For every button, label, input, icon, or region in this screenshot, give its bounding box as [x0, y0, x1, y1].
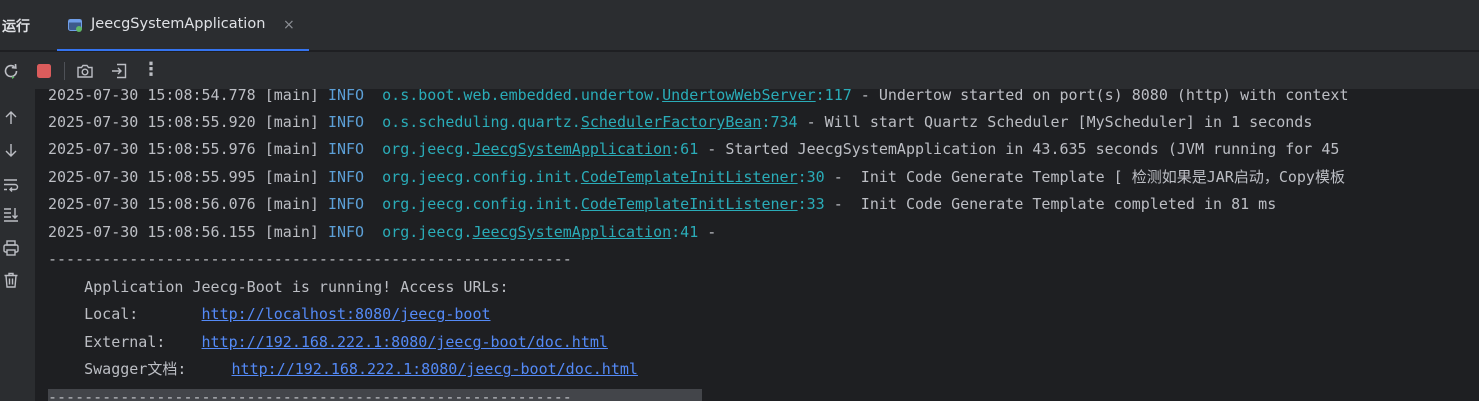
log-thread: [main]: [264, 168, 319, 186]
banner-line: Swagger文档: http://192.168.222.1:8080/jee…: [48, 358, 638, 380]
logger-package: org.jeecg.config.init.: [382, 195, 581, 213]
log-thread: [main]: [264, 89, 319, 104]
external-label: External:: [48, 333, 202, 351]
logger-line-number: :734: [761, 113, 798, 131]
console-gutter: [0, 89, 35, 401]
log-message: - Will start Quartz Scheduler [MySchedul…: [797, 113, 1313, 131]
log-level: INFO: [327, 113, 365, 131]
swagger-url-link[interactable]: http://192.168.222.1:8080/jeecg-boot/doc…: [232, 360, 638, 378]
logger-package: org.jeecg.config.init.: [382, 168, 581, 186]
console-output[interactable]: 2025-07-30 15:08:54.778 [main] INFO o.s.…: [35, 89, 1479, 401]
logger-package: o.s.scheduling.quartz.: [382, 113, 581, 131]
arrow-down-icon[interactable]: [2, 141, 20, 159]
log-timestamp: 2025-07-30 15:08:55.995: [48, 168, 256, 186]
local-label: Local:: [48, 305, 202, 323]
run-config-icon: [68, 19, 82, 32]
logger-line-number: :117: [815, 89, 852, 104]
logger-line-number: :41: [671, 223, 699, 241]
tool-window-tab-bar: 运行 JeecgSystemApplication ×: [0, 0, 1479, 51]
log-thread: [main]: [264, 140, 319, 158]
log-thread: [main]: [264, 195, 319, 213]
log-message: -: [698, 223, 717, 241]
banner-line: External: http://192.168.222.1:8080/jeec…: [48, 331, 608, 353]
log-thread: [main]: [264, 223, 319, 241]
banner-line: ----------------------------------------…: [48, 248, 572, 270]
logger-class-link[interactable]: JeecgSystemApplication: [472, 223, 671, 241]
log-timestamp: 2025-07-30 15:08:55.920: [48, 113, 256, 131]
log-timestamp: 2025-07-30 15:08:55.976: [48, 140, 256, 158]
log-message: - Init Code Generate Template [ 检测如果是JAR…: [824, 168, 1345, 186]
log-level: INFO: [327, 195, 365, 213]
log-message: - Init Code Generate Template completed …: [824, 195, 1277, 213]
log-line: 2025-07-30 15:08:56.076 [main] INFO org.…: [48, 193, 1276, 215]
toolbar-separator: [64, 62, 65, 80]
log-timestamp: 2025-07-30 15:08:56.155: [48, 223, 256, 241]
logger-line-number: :61: [671, 140, 699, 158]
logger-package: o.s.boot.web.embedded.undertow.: [382, 89, 663, 104]
tab-jeecg-system-application[interactable]: JeecgSystemApplication ×: [57, 0, 309, 51]
logger-class-link[interactable]: UndertowWebServer: [662, 89, 816, 104]
logger-class-link[interactable]: CodeTemplateInitListener: [581, 195, 798, 213]
arrow-up-icon[interactable]: [2, 109, 20, 127]
local-url-link[interactable]: http://localhost:8080/jeecg-boot: [202, 305, 491, 323]
banner-running-text: Application Jeecg-Boot is running! Acces…: [48, 278, 509, 296]
active-tab-indicator: [57, 49, 309, 51]
logger-package: org.jeecg.: [382, 140, 473, 158]
print-icon[interactable]: [2, 239, 20, 257]
log-level: INFO: [327, 223, 365, 241]
tool-window-title: 运行: [2, 19, 30, 35]
logger-line-number: :30: [797, 168, 825, 186]
banner-line: ----------------------------------------…: [48, 386, 572, 401]
log-line: 2025-07-30 15:08:55.995 [main] INFO org.…: [48, 166, 1345, 188]
camera-icon[interactable]: [76, 62, 94, 80]
log-level: INFO: [327, 89, 365, 104]
log-line: 2025-07-30 15:08:55.976 [main] INFO org.…: [48, 138, 1339, 160]
log-timestamp: 2025-07-30 15:08:56.076: [48, 195, 256, 213]
log-level: INFO: [327, 168, 365, 186]
close-icon[interactable]: ×: [283, 16, 295, 34]
soft-wrap-icon[interactable]: [2, 175, 20, 193]
logger-line-number: :33: [797, 195, 825, 213]
stop-icon[interactable]: [35, 62, 53, 80]
logger-class-link[interactable]: CodeTemplateInitListener: [581, 168, 798, 186]
banner-line: Application Jeecg-Boot is running! Acces…: [48, 276, 509, 298]
logger-class-link[interactable]: SchedulerFactoryBean: [581, 113, 762, 131]
log-timestamp: 2025-07-30 15:08:54.778: [48, 89, 256, 104]
trash-icon[interactable]: [2, 271, 20, 289]
banner-separator: ----------------------------------------…: [48, 250, 572, 268]
swagger-label: Swagger文档:: [48, 360, 232, 378]
log-message: - Started JeecgSystemApplication in 43.6…: [698, 140, 1340, 158]
banner-line: Local: http://localhost:8080/jeecg-boot: [48, 303, 491, 325]
rerun-icon[interactable]: [2, 62, 20, 80]
more-icon[interactable]: ⋮: [142, 59, 160, 80]
log-line: 2025-07-30 15:08:56.155 [main] INFO org.…: [48, 221, 716, 243]
log-line: 2025-07-30 15:08:55.920 [main] INFO o.s.…: [48, 111, 1312, 133]
banner-separator-bottom: ----------------------------------------…: [48, 388, 572, 401]
log-line: 2025-07-30 15:08:54.778 [main] INFO o.s.…: [48, 89, 1348, 106]
external-url-link[interactable]: http://192.168.222.1:8080/jeecg-boot/doc…: [202, 333, 608, 351]
run-toolbar: ⋮: [0, 52, 1479, 89]
logger-package: org.jeecg.: [382, 223, 473, 241]
exit-icon[interactable]: [110, 62, 128, 80]
tab-label: JeecgSystemApplication: [91, 16, 266, 32]
log-thread: [main]: [264, 113, 319, 131]
scroll-to-end-icon[interactable]: [2, 205, 20, 223]
log-message: - Undertow started on port(s) 8080 (http…: [851, 89, 1349, 104]
log-level: INFO: [327, 140, 365, 158]
logger-class-link[interactable]: JeecgSystemApplication: [472, 140, 671, 158]
